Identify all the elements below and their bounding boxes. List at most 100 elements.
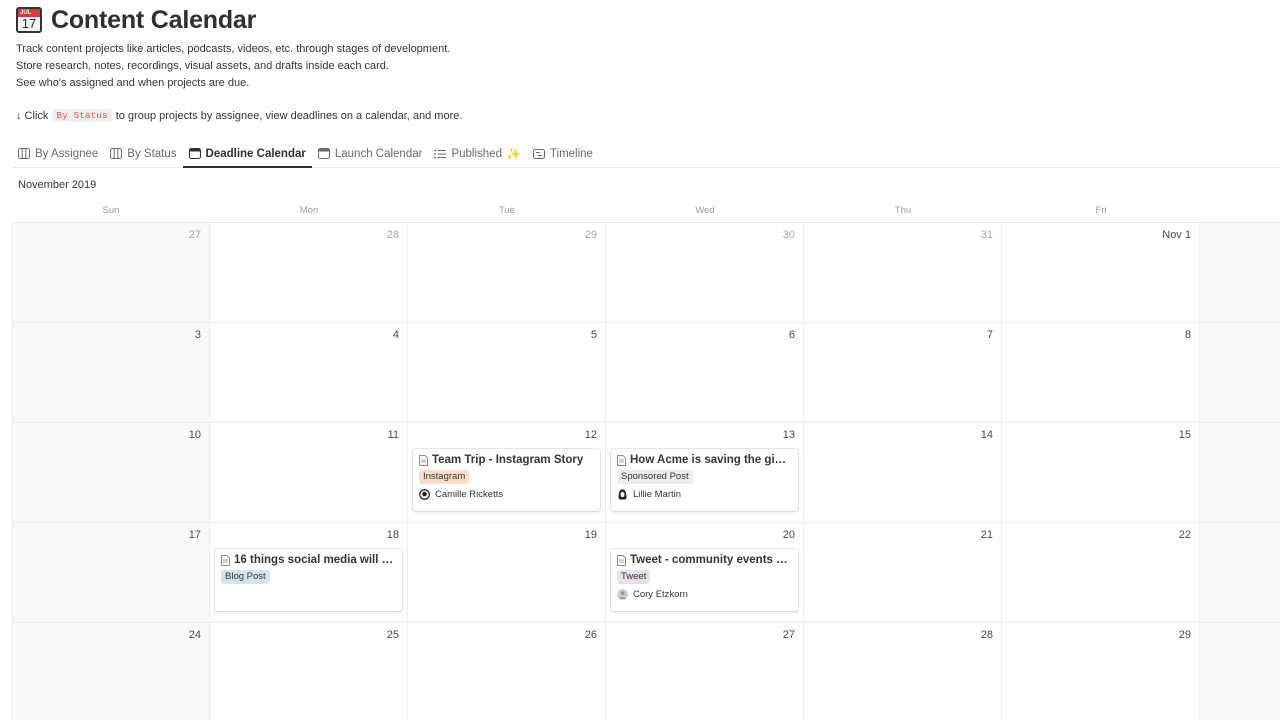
weekday-label: Fri <box>1095 205 1107 216</box>
card-title-text: 16 things social media will nev... <box>234 554 396 566</box>
tip-line: ↓ Click By Status to group projects by a… <box>16 109 462 122</box>
weekday-label: Thu <box>894 205 912 216</box>
calendar-day[interactable]: 19 <box>408 523 606 622</box>
tab-launch-calendar[interactable]: Launch Calendar <box>312 140 429 167</box>
day-number: 8 <box>1184 329 1191 341</box>
calendar-day[interactable]: 5 <box>408 323 606 422</box>
avatar-icon <box>617 589 628 600</box>
calendar-day[interactable]: 6 <box>606 323 804 422</box>
calendar-card[interactable]: Team Trip - Instagram Story Instagram Ca… <box>413 449 600 511</box>
day-number: 6 <box>788 329 795 341</box>
tab-label: By Status <box>127 147 177 160</box>
weekday-label: Mon <box>299 205 319 216</box>
day-number: 13 <box>782 429 795 441</box>
card-title: How Acme is saving the giant ... <box>617 454 792 466</box>
day-number: 29 <box>584 229 597 241</box>
day-number: 11 <box>387 429 399 441</box>
tab-published[interactable]: Published ✨ <box>428 140 526 167</box>
day-number: 3 <box>194 329 201 341</box>
calendar-day[interactable]: 27 <box>12 223 210 322</box>
calendar-day[interactable]: 25 <box>210 623 408 720</box>
day-number: 30 <box>782 229 795 241</box>
calendar-icon <box>188 148 201 160</box>
calendar-day[interactable]: 27 <box>606 623 804 720</box>
tab-label: By Assignee <box>35 147 99 160</box>
calendar-week: 24 25 26 27 28 29 30 <box>12 623 1280 720</box>
tab-deadline-calendar[interactable]: Deadline Calendar <box>182 140 313 168</box>
calendar-day[interactable]: 26 <box>408 623 606 720</box>
calendar-day[interactable]: 16 <box>1200 423 1280 522</box>
calendar-day[interactable]: 3 <box>12 323 210 422</box>
day-number: 28 <box>386 229 399 241</box>
timeline-icon <box>532 148 545 160</box>
calendar-card[interactable]: How Acme is saving the giant ... Sponsor… <box>611 449 798 511</box>
calendar-day[interactable]: 28 <box>210 223 408 322</box>
calendar-emoji-icon[interactable]: JUL 17 <box>16 7 42 33</box>
assignee-name: Lillie Martin <box>633 489 682 500</box>
calendar-day[interactable]: 2 <box>1200 223 1280 322</box>
weekday-label: Tue <box>498 205 516 216</box>
calendar-card[interactable]: 16 things social media will nev... Blog … <box>215 549 402 611</box>
calendar-day[interactable]: 18 16 things social media will nev... Bl… <box>210 523 408 622</box>
calendar-weeks: 2728293031Nov 123456789101112 Team Trip … <box>12 223 1280 720</box>
calendar-day[interactable]: 14 <box>804 423 1002 522</box>
day-number: 20 <box>782 529 795 541</box>
calendar-card[interactable]: Tweet - community events kic... Tweet Co… <box>611 549 798 611</box>
calendar-day[interactable]: 15 <box>1002 423 1200 522</box>
day-number: 22 <box>1178 529 1191 541</box>
tab-label: Timeline <box>549 147 593 160</box>
page-icon <box>617 554 626 566</box>
calendar-grid: Sun Mon Tue Wed Thu Fri Sat 2728293031No… <box>12 203 1280 720</box>
day-number: 4 <box>392 329 399 341</box>
weekday-label: Wed <box>695 205 715 216</box>
calendar-week: 27 28 29 30 31 Nov 1 2 <box>12 223 1280 323</box>
calendar-day[interactable]: 24 <box>12 623 210 720</box>
day-number: 26 <box>584 629 597 641</box>
assignee: Camille Ricketts <box>419 489 594 500</box>
list-icon <box>434 148 447 160</box>
calendar-day[interactable]: 17 <box>12 523 210 622</box>
calendar-day[interactable]: 31 <box>804 223 1002 322</box>
tab-by-status[interactable]: By Status <box>104 140 182 167</box>
calendar-day[interactable]: 23 <box>1200 523 1280 622</box>
weekday-header: Sun Mon Tue Wed Thu Fri Sat <box>12 203 1280 223</box>
assignee-name: Camille Ricketts <box>435 489 504 500</box>
calendar-day[interactable]: 11 <box>210 423 408 522</box>
card-title: Team Trip - Instagram Story <box>419 454 594 466</box>
tab-timeline[interactable]: Timeline <box>527 140 599 167</box>
calendar-day[interactable]: 29 <box>408 223 606 322</box>
calendar-day[interactable]: 8 <box>1002 323 1200 422</box>
day-number: 31 <box>980 229 993 241</box>
assignee-name: Cory Etzkorn <box>633 589 688 600</box>
calendar-day[interactable]: 12 Team Trip - Instagram Story Instagram… <box>408 423 606 522</box>
day-number: 19 <box>584 529 597 541</box>
calendar-day[interactable]: 9 <box>1200 323 1280 422</box>
calendar-day[interactable]: 29 <box>1002 623 1200 720</box>
tab-by-assignee[interactable]: By Assignee <box>12 140 104 167</box>
calendar-day[interactable]: 13 How Acme is saving the giant ... Spon… <box>606 423 804 522</box>
calendar-day[interactable]: 4 <box>210 323 408 422</box>
day-number: 21 <box>980 529 993 541</box>
calendar-day[interactable]: 28 <box>804 623 1002 720</box>
calendar-day[interactable]: 21 <box>804 523 1002 622</box>
calendar-day[interactable]: 22 <box>1002 523 1200 622</box>
tab-label: Deadline Calendar <box>205 147 306 160</box>
day-number: 15 <box>1178 429 1191 441</box>
avatar-icon <box>618 489 627 500</box>
page-icon <box>221 554 230 566</box>
page-title[interactable]: Content Calendar <box>51 6 256 35</box>
content-type-tag: Instagram <box>419 470 470 484</box>
calendar-day[interactable]: Nov 1 <box>1002 223 1200 322</box>
calendar-week: 10 11 12 Team Trip - Instagram Story Insta… <box>12 423 1280 523</box>
day-number: 5 <box>590 329 597 341</box>
description-line: See who's assigned and when projects are… <box>16 77 250 89</box>
calendar-day[interactable]: 30 <box>1200 623 1280 720</box>
day-number: 12 <box>584 429 597 441</box>
calendar-day[interactable]: 10 <box>12 423 210 522</box>
calendar-day[interactable]: 20 Tweet - community events kic... Tweet… <box>606 523 804 622</box>
content-type-tag: Blog Post <box>221 570 270 584</box>
calendar-day[interactable]: 30 <box>606 223 804 322</box>
day-number: 29 <box>1178 629 1191 641</box>
calendar-day[interactable]: 7 <box>804 323 1002 422</box>
card-title: Tweet - community events kic... <box>617 554 792 566</box>
